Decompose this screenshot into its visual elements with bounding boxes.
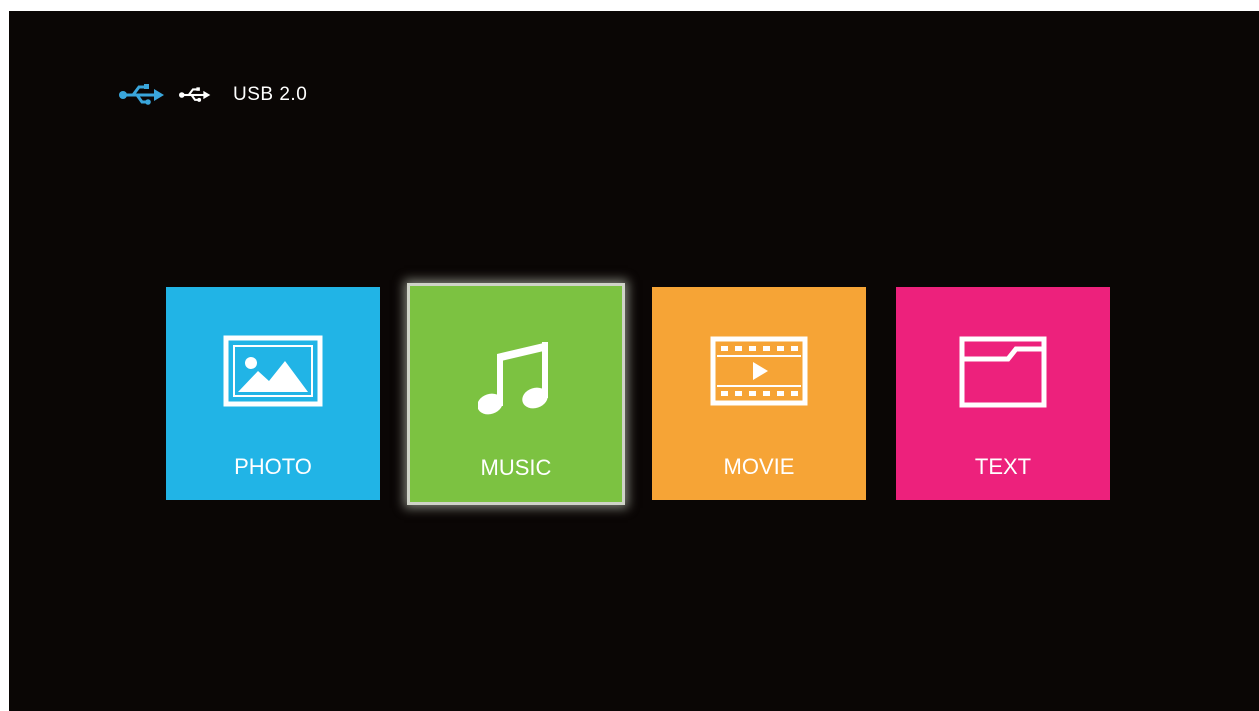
folder-icon (959, 336, 1047, 408)
movie-tile[interactable]: MOVIE (652, 287, 866, 500)
media-menu-screen: USB 2.0 PHOTO MUSIC MOVIE TEXT (9, 11, 1259, 711)
photo-tile[interactable]: PHOTO (166, 287, 380, 500)
music-label: MUSIC (480, 455, 552, 480)
text-tile[interactable]: TEXT (896, 287, 1110, 500)
usb-icon (179, 87, 211, 102)
usb-icon (119, 84, 164, 105)
film-icon (710, 336, 808, 406)
music-note-icon (478, 342, 548, 415)
movie-label: MOVIE (723, 454, 795, 479)
status-bar: USB 2.0 (119, 81, 307, 109)
image-icon (223, 335, 323, 407)
music-tile[interactable]: MUSIC (407, 283, 625, 505)
photo-label: PHOTO (234, 454, 312, 479)
usb-device-label: USB 2.0 (233, 84, 308, 105)
text-label: TEXT (974, 454, 1032, 479)
